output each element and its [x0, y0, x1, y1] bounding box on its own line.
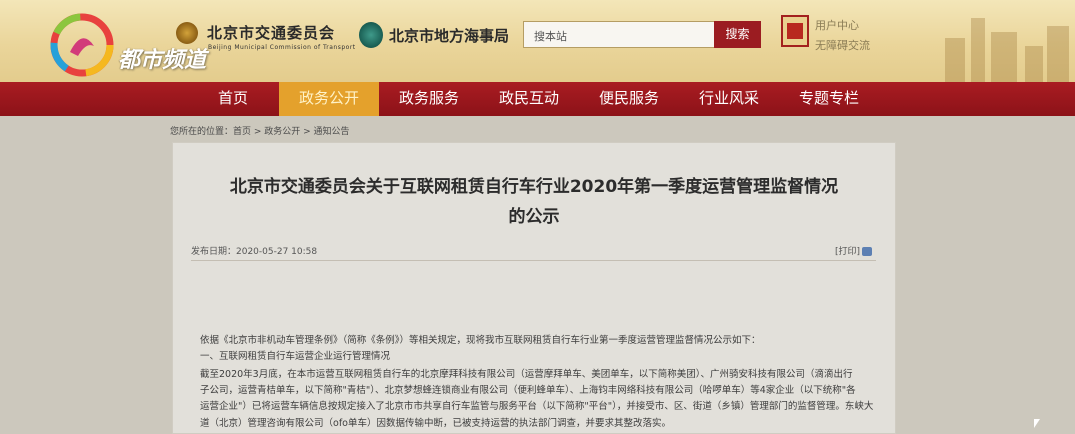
- search-input[interactable]: 搜本站: [523, 21, 715, 48]
- skyline-decoration-icon: [945, 18, 1069, 82]
- channel-logo-icon: [50, 13, 114, 77]
- article-paragraph: 子公司，运营青桔单车，以下简称"青桔"）、北京梦想蜂连锁商业有限公司（便利蜂单车…: [200, 385, 856, 396]
- nav-item-special-topics[interactable]: 专题专栏: [779, 82, 879, 116]
- org2-name[interactable]: 北京市地方海事局: [389, 25, 509, 46]
- search-button[interactable]: 搜索: [714, 21, 761, 48]
- article-title-line2: 的公示: [508, 207, 560, 227]
- nav-item-industry-showcase[interactable]: 行业风采: [679, 82, 779, 116]
- breadcrumb[interactable]: 您所在的位置：首页 > 政务公开 > 通知公告: [170, 124, 350, 137]
- nav-item-public-interaction[interactable]: 政民互动: [479, 82, 579, 116]
- nav-item-home[interactable]: 首页: [183, 82, 283, 116]
- article-title-line1: 北京市交通委员会关于互联网租赁自行车行业2020年第一季度运营管理监督情况: [229, 177, 839, 197]
- main-nav: 首页 政务公开 政务服务 政民互动 便民服务 行业风采 专题专栏: [0, 82, 1075, 116]
- user-center-link[interactable]: 用户中心: [815, 17, 859, 33]
- nav-item-gov-services[interactable]: 政务服务: [379, 82, 479, 116]
- article-paragraph: 依据《北京市非机动车管理条例》（简称《条例》）等相关规定，现将我市互联网租赁自行…: [200, 335, 761, 346]
- print-label: [打印]: [835, 247, 861, 257]
- print-button[interactable]: [打印]: [835, 244, 873, 257]
- nav-item-gov-affairs-open[interactable]: 政务公开: [279, 82, 379, 116]
- nav-item-convenience-services[interactable]: 便民服务: [579, 82, 679, 116]
- org1-english-name: Beijing Municipal Commission of Transpor…: [208, 44, 356, 51]
- article-paragraph: 截至2020年3月底，在本市运营互联网租赁自行车的北京摩拜科技有限公司（运营摩拜…: [200, 369, 853, 380]
- article-paragraph: 一、互联网租赁自行车运营企业运行管理情况: [200, 351, 391, 362]
- transport-commission-emblem-icon: [176, 22, 198, 44]
- article-paragraph: 道（北京）管理咨询有限公司（ofo单车）因数据传输中断，已被支持运营的执法部门调…: [200, 418, 671, 429]
- article-title: 北京市交通委员会关于互联网租赁自行车行业2020年第一季度运营管理监督情况 的公…: [172, 172, 896, 232]
- article-divider: [191, 260, 876, 261]
- barrier-free-link[interactable]: 无障碍交流: [815, 37, 870, 53]
- article-paragraph: 运营企业"）已将运营车辆信息按规定接入了北京市市共享自行车监管与服务平台（以下简…: [200, 401, 874, 412]
- search-placeholder: 搜本站: [534, 30, 567, 43]
- org1-name[interactable]: 北京市交通委员会: [207, 22, 335, 43]
- user-center-icon[interactable]: [781, 15, 809, 47]
- channel-name: 都市频道: [118, 48, 207, 73]
- publish-date: 发布日期：2020-05-27 10:58: [191, 247, 318, 257]
- printer-icon: [862, 247, 873, 256]
- mouse-cursor-icon: [1034, 419, 1040, 428]
- maritime-bureau-emblem-icon: [359, 22, 383, 48]
- site-header: 都市频道 北京市交通委员会 Beijing Municipal Commissi…: [0, 0, 1075, 82]
